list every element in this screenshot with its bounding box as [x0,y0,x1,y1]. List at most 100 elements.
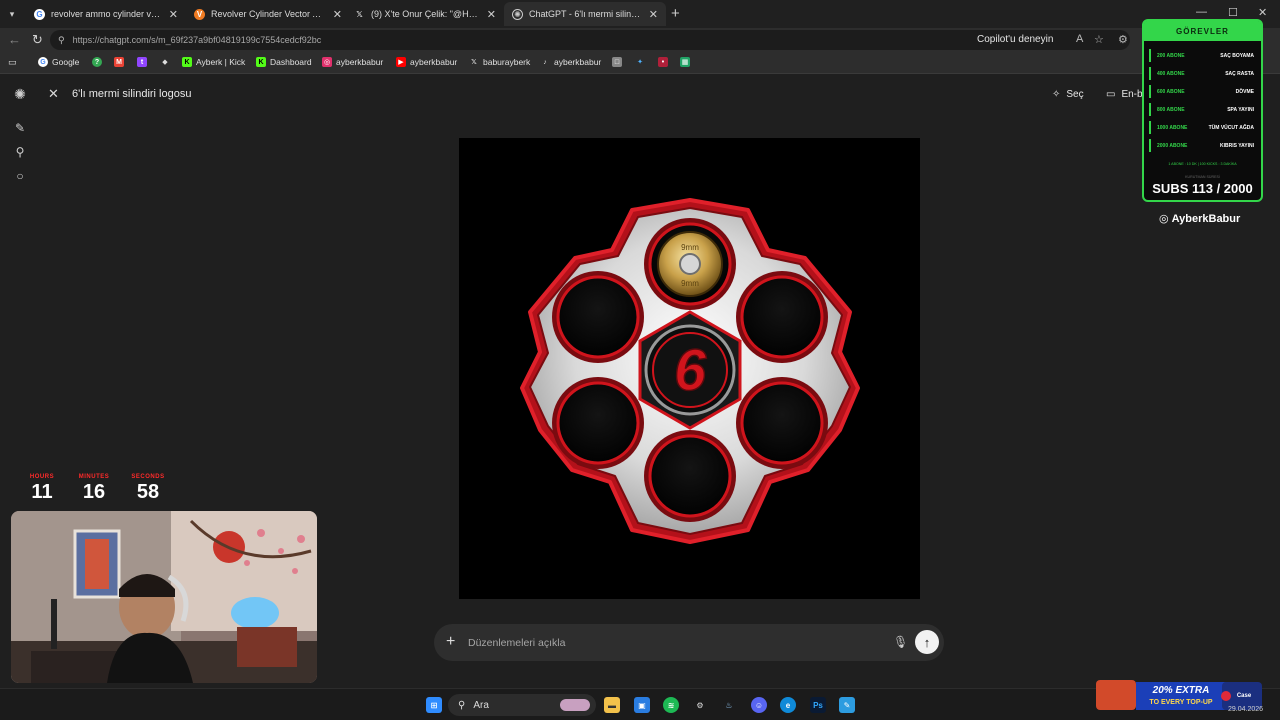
instagram-handle-text: AyberkBabur [1171,212,1241,225]
reload-icon[interactable]: ↻ [32,32,43,48]
app-icon[interactable]: ⚙ [692,697,708,713]
tab-chatgpt[interactable]: ✺ ChatGPT - 6'lı mermi silindiri logos ✕ [504,2,666,26]
tab-close-icon[interactable]: ✕ [333,8,342,21]
spotify-icon[interactable]: ≋ [663,697,679,713]
center-number: 6 [674,338,707,403]
tab-title: ChatGPT - 6'lı mermi silindiri logos [529,9,643,19]
goal-row: 400 ABONE SAÇ RASTA [1149,67,1257,80]
bookmark-twitch[interactable]: t [137,57,147,67]
new-tab-icon[interactable]: + [671,5,680,22]
minimize-icon[interactable]: — [1196,6,1207,18]
bookmark-app-3[interactable]: • [658,57,668,67]
bookmark-gmail[interactable]: M [114,57,124,67]
bookmark-label: baburayberk [483,57,531,67]
bookmark-app[interactable]: ? [92,57,102,67]
send-button[interactable]: ↑ [915,630,939,654]
subs-counter: SUBS 113 / 2000 [1152,181,1253,196]
discord-icon[interactable]: ☺ [751,697,767,713]
windows-start-icon[interactable]: ⊞ [426,697,442,713]
taskbar-date: 29.04.2026 [1228,706,1264,713]
bookmark-instagram[interactable]: ◎ ayberkbabur [322,57,383,67]
bookmark-x[interactable]: 𝕏 baburayberk [469,57,530,67]
goal-task: SPA YAYINI [1227,106,1254,113]
bookmark-diamond[interactable]: ◆ [160,57,170,67]
bookmark-google[interactable]: G Google [38,57,79,67]
extensions-icon[interactable]: ⚙ [1118,33,1128,46]
orange-site-icon: V [194,8,205,20]
goal-count: 600 ABONE [1157,88,1185,95]
webcam-scene [11,511,317,683]
close-window-icon[interactable]: ✕ [1258,6,1267,19]
steam-icon[interactable]: ♨ [721,697,737,713]
bullet-bottom-text: 9mm [681,279,699,288]
url-text: https://chatgpt.com/s/m_69f237a9bf048191… [72,35,322,45]
favorite-star-icon[interactable]: ☆ [1094,33,1104,46]
microphone-icon[interactable]: 🎙 [893,635,908,649]
kick-icon: K [256,57,266,67]
tab-google-search[interactable]: G revolver ammo cylinder vector - G ✕ [26,4,186,24]
x-icon: 𝕏 [356,9,363,19]
store-icon[interactable]: ▣ [634,697,650,713]
timer-hours-value: 11 [31,481,53,503]
generated-image[interactable]: 9mm 9mm 6 [459,138,920,599]
tab-vector-art[interactable]: V Revolver Cylinder Vector Art, Icon ✕ [186,4,350,24]
select-button[interactable]: ✧ Seç [1044,83,1092,105]
goal-count: 800 ABONE [1157,106,1185,113]
goal-task: TÜM VÜCUT AĞDA [1208,124,1254,131]
photoshop-icon[interactable]: Ps [810,697,826,713]
edit-prompt-input[interactable] [468,633,858,652]
app-icon: ? [92,57,102,67]
read-aloud-icon[interactable]: A [1076,33,1083,45]
tiktok-icon: ♪ [543,58,547,66]
copilot-button[interactable]: Copilot'u deneyin [977,34,1053,45]
address-bar-row: ← ↻ ⚲ https://chatgpt.com/s/m_69f237a9bf… [0,28,1280,52]
bookmark-label: ayberkbabur [554,57,602,67]
promo-text: 20% EXTRA [1152,685,1210,696]
chatgpt-logo-icon[interactable]: ✺ [12,86,28,102]
bullet-top-text: 9mm [681,243,699,252]
bookmark-tiktok[interactable]: ♪ ayberkbabur [540,57,601,67]
goal-row: 800 ABONE SPA YAYINI [1149,103,1257,116]
close-icon[interactable]: ✕ [48,86,59,102]
goal-row: 600 ABONE DÖVME [1149,85,1257,98]
back-icon[interactable]: ← [8,32,21,47]
new-chat-icon[interactable]: ✎ [12,120,28,136]
bookmark-sparkle[interactable]: ✦ [635,57,645,67]
timer-seconds: SECONDS 58 [128,474,168,504]
goals-header: GÖREVLER [1144,21,1261,41]
goal-row: 2000 ABONE KIBRIS YAYINI [1149,139,1257,152]
instagram-icon: ◎ [1159,213,1169,225]
search-icon[interactable]: ⚲ [12,144,28,160]
edge-icon[interactable]: e [780,697,796,713]
bookmark-kick[interactable]: K Ayberk | Kick [182,57,245,67]
tab-bar: ▾ G revolver ammo cylinder vector - G ✕ … [0,0,1280,28]
app-icon[interactable]: ✎ [839,697,855,713]
google-icon: G [38,57,48,67]
tab-x-post[interactable]: 𝕏 (9) X'te Onur Çelik: "@HobbitEmo ✕ [346,4,504,24]
tab-close-icon[interactable]: ✕ [169,8,178,21]
tab-close-icon[interactable]: ✕ [487,8,496,21]
goals-panel: GÖREVLER 200 ABONE SAÇ BOYAMA 400 ABONE SA… [1142,19,1263,202]
bookmark-sheets[interactable]: ▦ [680,57,690,67]
bookmark-app-2[interactable]: □ [612,57,622,67]
tab-list-menu-icon[interactable]: ▾ [4,6,20,22]
stream-timer: HOURS 11 MINUTES 16 SECONDS 58 [22,474,164,510]
maximize-icon[interactable]: ☐ [1228,6,1238,19]
library-icon[interactable]: ○ [12,168,28,184]
bookmark-menu-icon[interactable]: ▭ [8,57,17,68]
revolver-cylinder-logo: 9mm 9mm 6 [520,198,860,544]
tab-close-icon[interactable]: ✕ [649,8,658,21]
bookmark-youtube[interactable]: ▶ ayberkbabur [396,57,457,67]
url-field[interactable]: ⚲ https://chatgpt.com/s/m_69f237a9bf0481… [50,30,1130,50]
bookmark-label: Dashboard [270,57,312,67]
bookmark-dashboard[interactable]: K Dashboard [256,57,312,67]
file-explorer-icon[interactable]: ▬ [604,697,620,713]
add-attachment-icon[interactable]: + [446,633,455,651]
goal-count: 2000 ABONE [1157,142,1188,149]
site-info-icon[interactable]: ⚲ [58,35,65,46]
bookmarks-bar: ▭ G Google ? M t ◆ K Ayberk | Kick K Das… [0,52,1280,74]
kick-icon: K [182,57,192,67]
select-tool-icon: ✧ [1052,88,1061,100]
taskbar-search[interactable]: ⚲ Ara [448,694,596,716]
taskbar: ⊞ ⚲ Ara ▬ ▣ ≋ ⚙ ♨ ☺ e Ps ✎ 20% EXTRA TO … [0,680,1280,720]
